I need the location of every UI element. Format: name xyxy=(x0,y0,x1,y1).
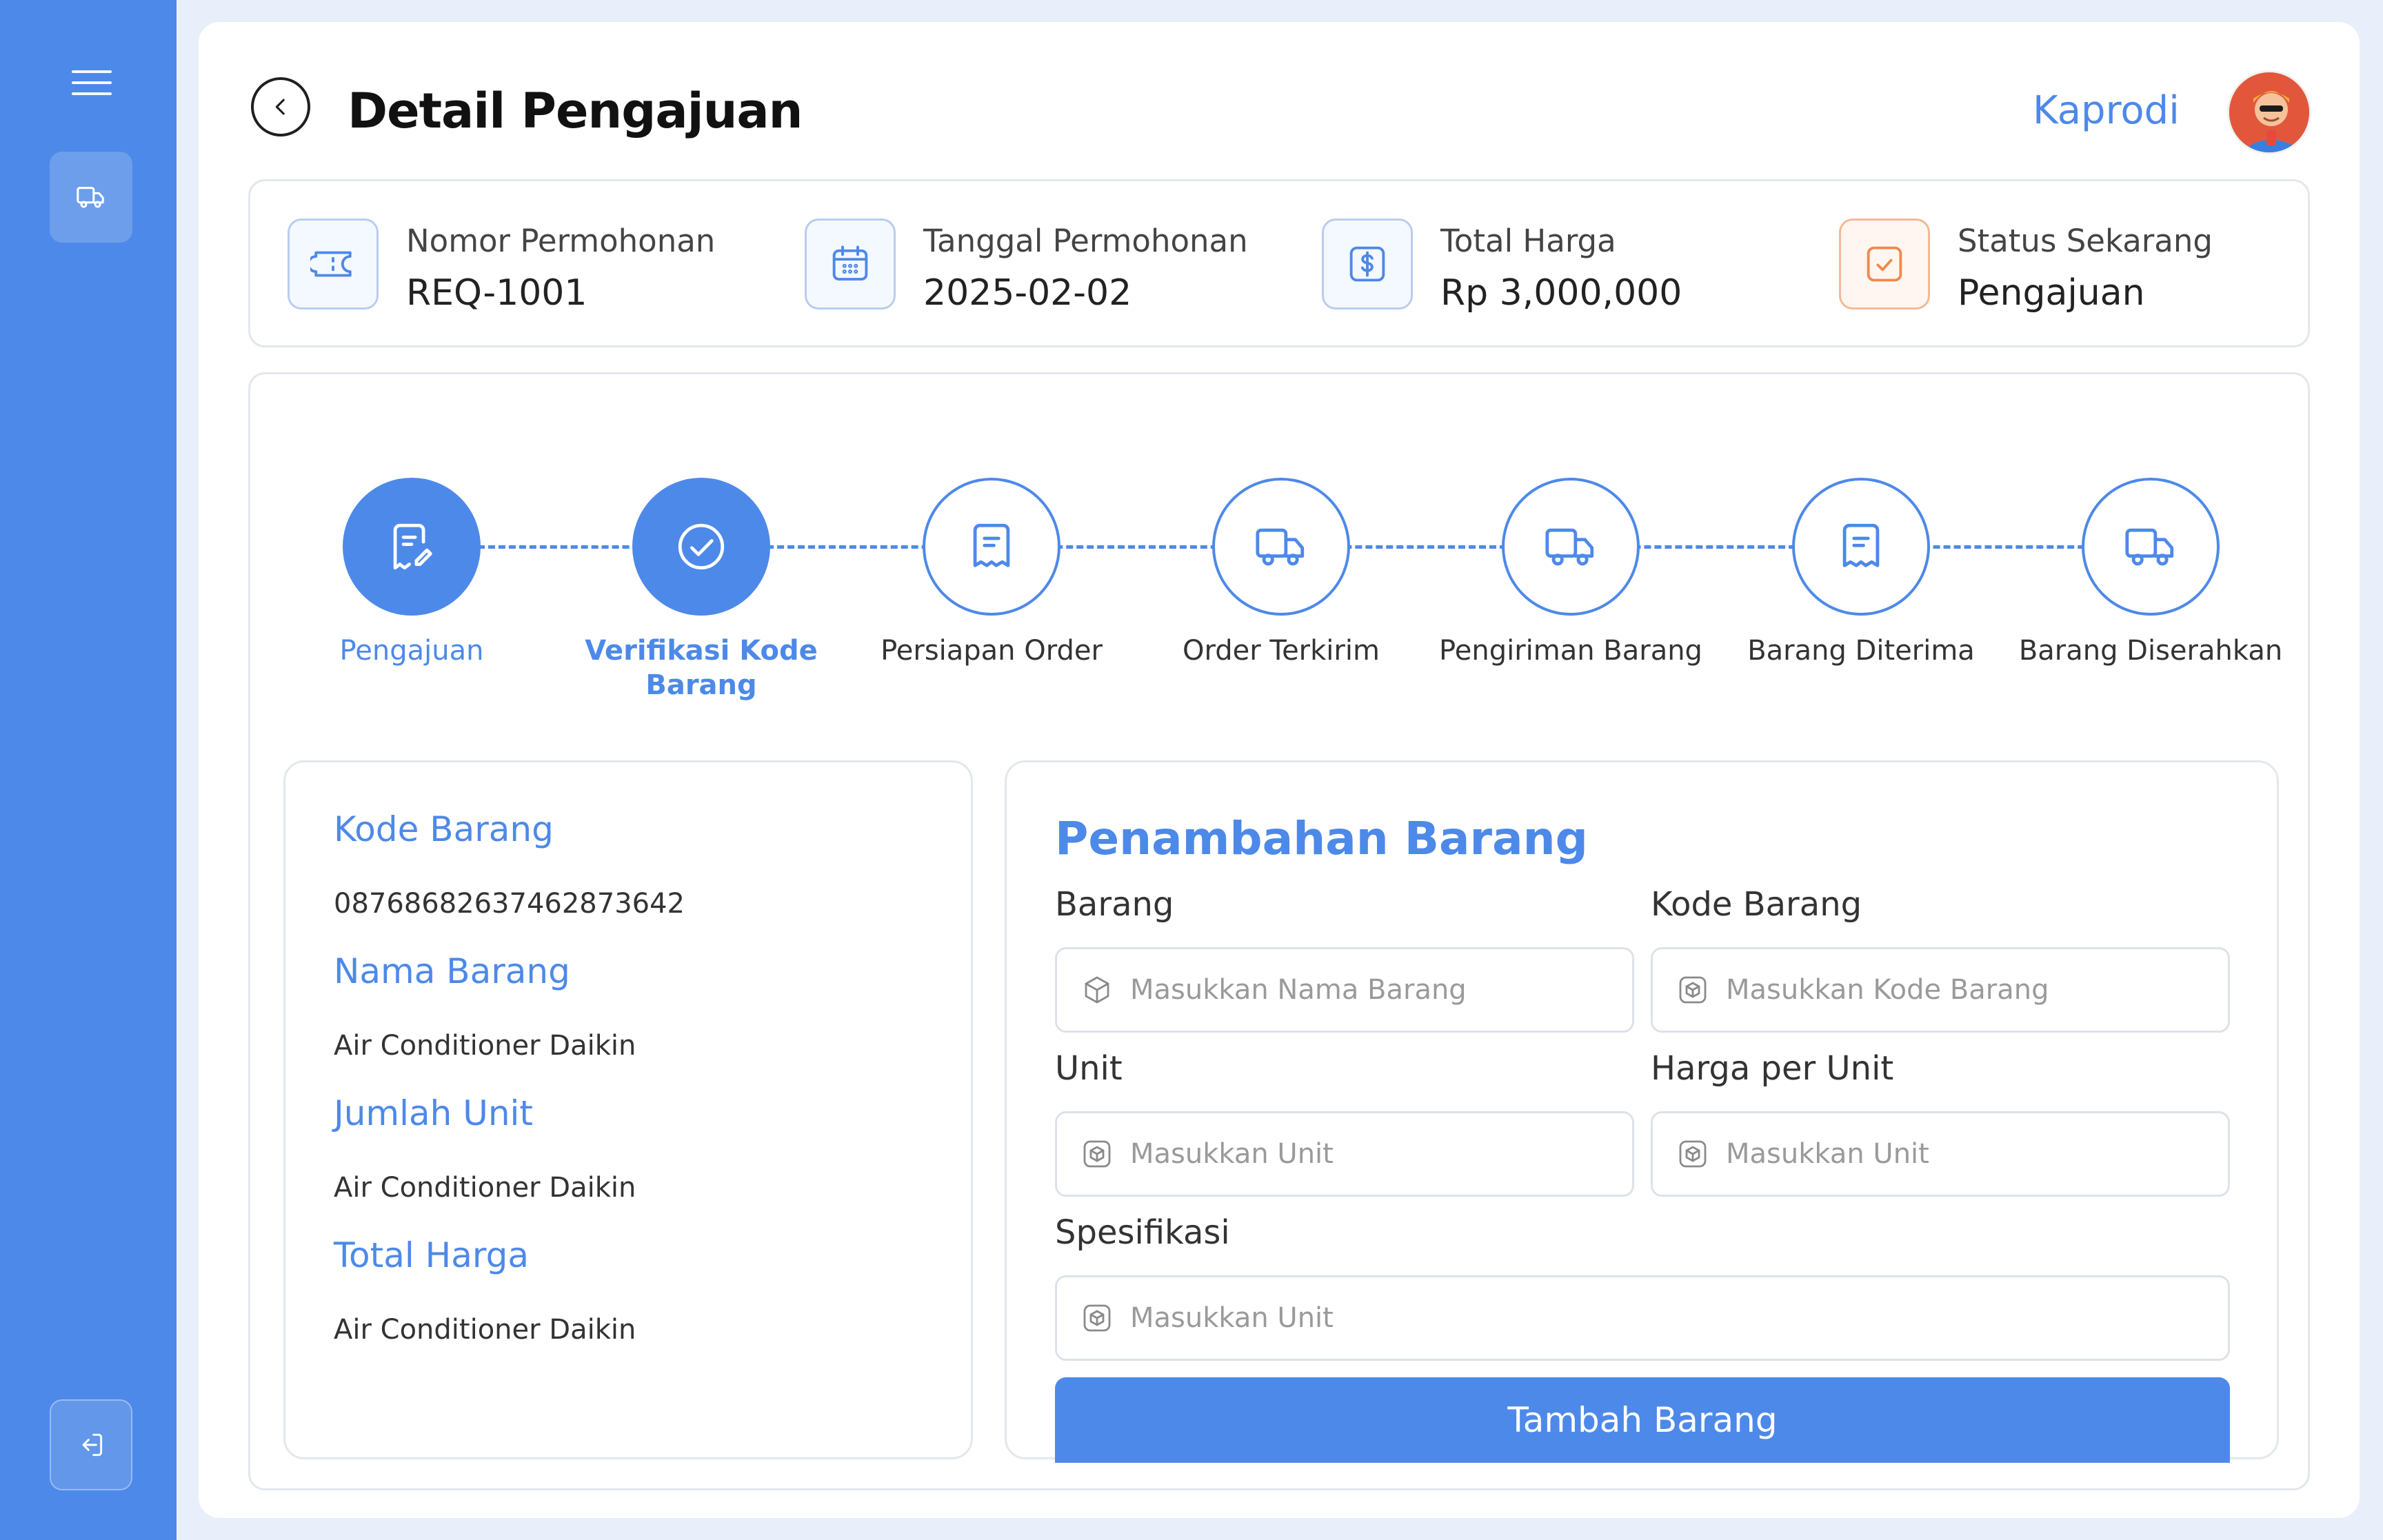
kode-barang-field-label: Kode Barang xyxy=(1651,885,1862,924)
truck-icon xyxy=(2082,478,2220,616)
dollar-icon xyxy=(1322,219,1413,310)
info-value: Rp 3,000,000 xyxy=(1440,272,1682,314)
package-icon xyxy=(1083,1140,1111,1168)
box-icon xyxy=(1085,976,1109,1004)
step-label: Verifikasi Kode Barang xyxy=(585,635,818,701)
form-title: Penambahan Barang xyxy=(1055,812,1588,865)
info-label: Total Harga xyxy=(1440,223,1616,259)
truck-icon xyxy=(1212,478,1350,616)
logout-icon xyxy=(82,1433,103,1457)
barang-input[interactable] xyxy=(1130,974,1599,1006)
document-edit-icon xyxy=(343,478,481,616)
ticket-icon xyxy=(288,219,379,310)
step-pengiriman-barang: Pengiriman Barang xyxy=(1426,478,1716,668)
progress-stepper: Pengajuan Verifikasi Kode Barang Persiap… xyxy=(250,374,2308,733)
step-label: Barang Diserahkan xyxy=(2018,635,2283,667)
calendar-icon xyxy=(805,219,896,310)
package-icon xyxy=(1679,1140,1707,1168)
step-verifikasi: Verifikasi Kode Barang xyxy=(556,478,846,702)
spesifikasi-field[interactable] xyxy=(1055,1275,2230,1361)
step-order-terkirim: Order Terkirim xyxy=(1136,478,1426,668)
truck-icon xyxy=(1502,478,1640,616)
tambah-barang-button[interactable]: Tambah Barang xyxy=(1055,1377,2230,1463)
request-summary-bar: Nomor Permohonan REQ-1001 Tanggal Permoh… xyxy=(248,179,2310,347)
progress-panel: Pengajuan Verifikasi Kode Barang Persiap… xyxy=(248,372,2310,1490)
kode-barang-input[interactable] xyxy=(1726,974,2195,1006)
barang-field[interactable] xyxy=(1055,947,1634,1033)
kode-barang-value: 08768682637462873642 xyxy=(334,888,685,920)
avatar-image xyxy=(2229,72,2309,152)
unit-input[interactable] xyxy=(1130,1138,1599,1170)
nama-barang-label: Nama Barang xyxy=(334,951,570,991)
total-harga-label: Total Harga xyxy=(334,1235,529,1275)
unit-label: Unit xyxy=(1055,1049,1123,1088)
truck-icon xyxy=(77,187,104,208)
harga-per-unit-label: Harga per Unit xyxy=(1651,1049,1894,1088)
check-icon xyxy=(1839,219,1930,310)
step-barang-diterima: Barang Diterima xyxy=(1716,478,2006,668)
check-circle-icon xyxy=(632,478,770,616)
logout-button[interactable] xyxy=(50,1399,132,1490)
chevron-left-icon xyxy=(275,99,285,115)
step-label: Pengiriman Barang xyxy=(1439,635,1702,667)
barang-label: Barang xyxy=(1055,885,1174,924)
back-button[interactable] xyxy=(251,77,310,136)
info-label: Status Sekarang xyxy=(1958,223,2213,259)
spesifikasi-label: Spesifikasi xyxy=(1055,1213,1230,1252)
jumlah-unit-label: Jumlah Unit xyxy=(334,1093,534,1133)
step-pengajuan: Pengajuan xyxy=(267,478,556,668)
receipt-icon xyxy=(923,478,1060,616)
kode-barang-field[interactable] xyxy=(1651,947,2230,1033)
info-value: REQ-1001 xyxy=(406,272,587,314)
harga-per-unit-field[interactable] xyxy=(1651,1111,2230,1197)
info-label: Nomor Permohonan xyxy=(406,223,716,259)
unit-field[interactable] xyxy=(1055,1111,1634,1197)
step-label: Persiapan Order xyxy=(881,635,1103,667)
item-detail-card: Kode Barang 08768682637462873642 Nama Ba… xyxy=(283,760,973,1459)
step-label: Pengajuan xyxy=(339,635,484,667)
page-header: Detail Pengajuan Kaprodi xyxy=(199,22,2360,174)
package-icon xyxy=(1679,976,1707,1004)
step-label: Barang Diterima xyxy=(1747,635,1975,667)
main-content: Detail Pengajuan Kaprodi Nomor Permohona… xyxy=(199,22,2360,1518)
page-title: Detail Pengajuan xyxy=(348,83,803,139)
step-barang-diserahkan: Barang Diserahkan xyxy=(2006,478,2295,668)
sidebar-item-delivery[interactable] xyxy=(50,152,132,243)
harga-per-unit-input[interactable] xyxy=(1726,1138,2195,1170)
sidebar xyxy=(0,0,177,1540)
status-badge: Pengajuan xyxy=(1958,272,2145,314)
info-label: Tanggal Permohonan xyxy=(923,223,1248,259)
hamburger-menu-icon[interactable] xyxy=(72,70,112,98)
receipt-icon xyxy=(1792,478,1930,616)
spesifikasi-input[interactable] xyxy=(1130,1302,2106,1334)
info-value: 2025-02-02 xyxy=(923,272,1132,314)
step-persiapan-order: Persiapan Order xyxy=(847,478,1136,668)
avatar[interactable] xyxy=(2227,70,2311,154)
jumlah-unit-value: Air Conditioner Daikin xyxy=(334,1172,636,1204)
add-item-form: Penambahan Barang Barang Kode Barang Uni… xyxy=(1005,760,2279,1463)
user-role: Kaprodi xyxy=(2033,88,2180,133)
total-harga-value: Air Conditioner Daikin xyxy=(334,1314,636,1346)
nama-barang-value: Air Conditioner Daikin xyxy=(334,1030,636,1062)
kode-barang-label: Kode Barang xyxy=(334,809,554,849)
step-label: Order Terkirim xyxy=(1183,635,1380,667)
package-icon xyxy=(1083,1304,1111,1332)
